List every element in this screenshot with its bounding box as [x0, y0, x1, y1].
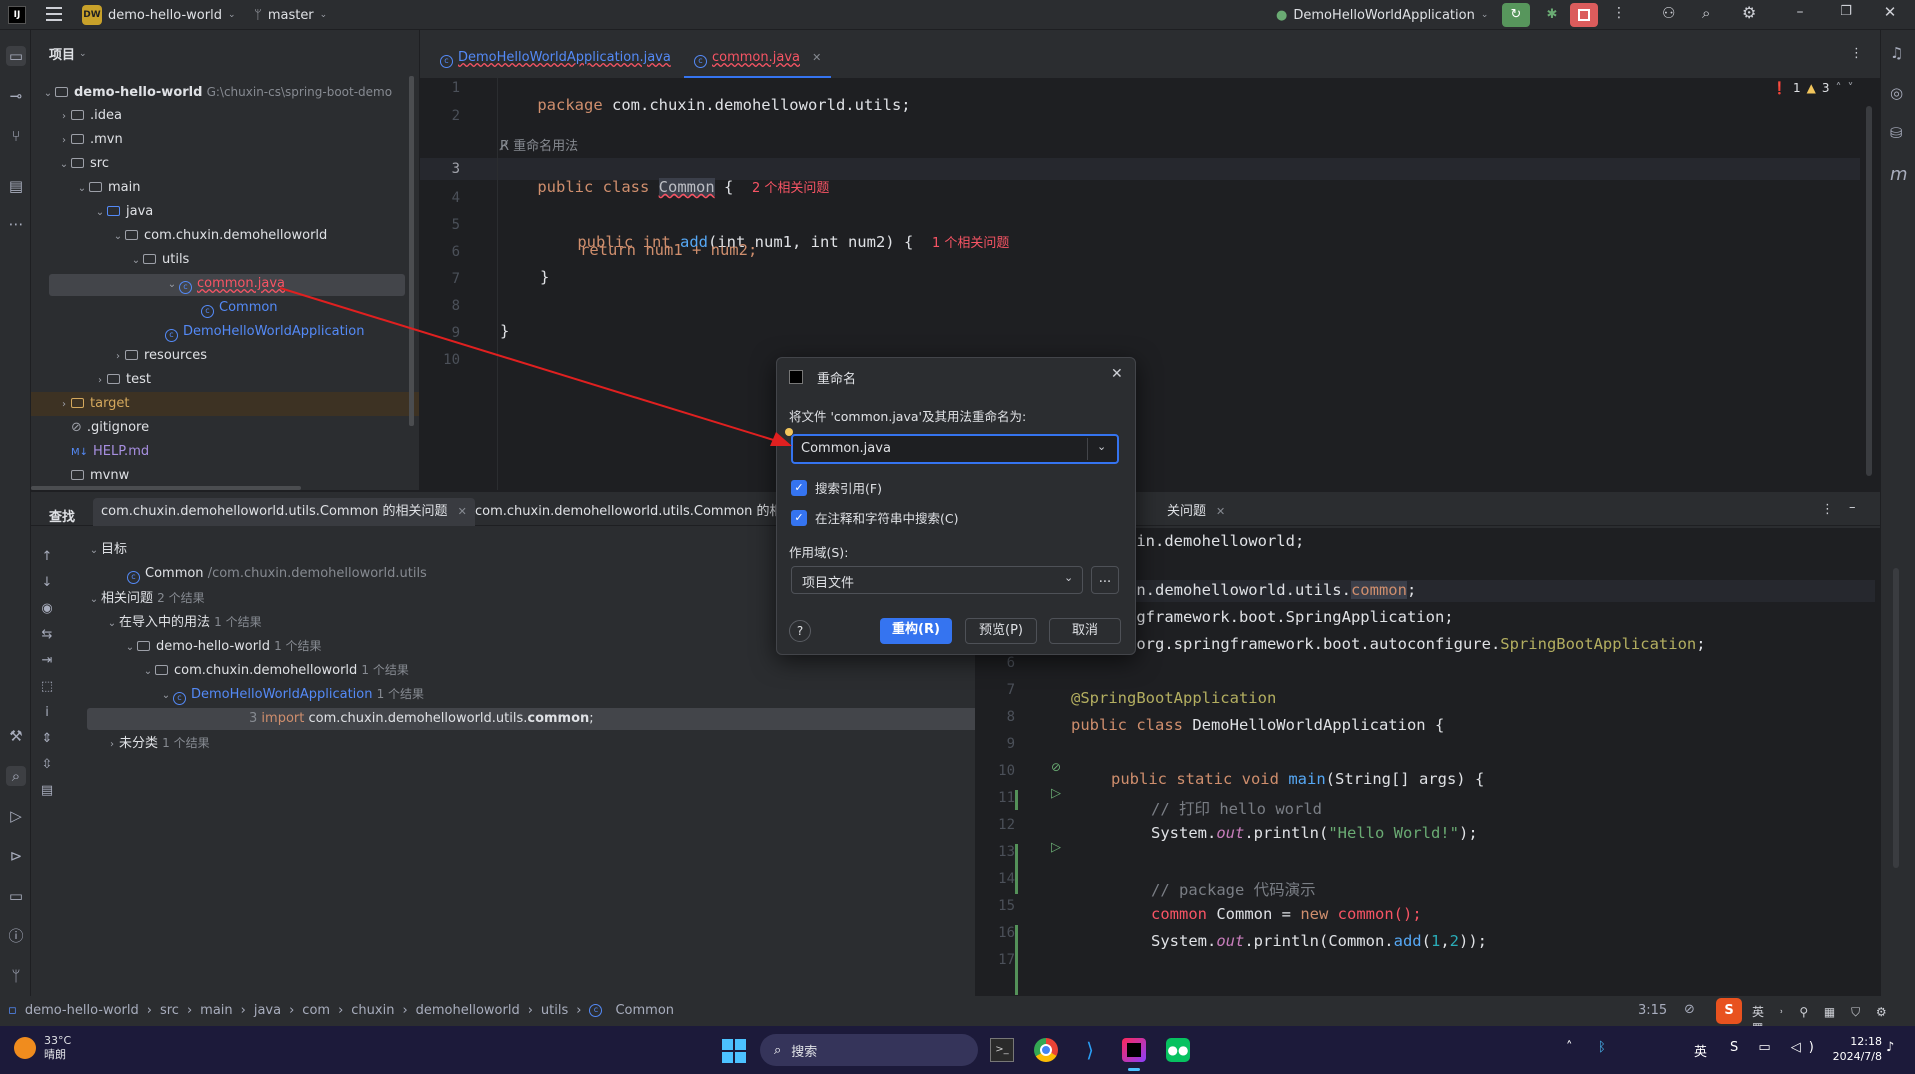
java-class-icon: c: [589, 1004, 603, 1017]
notification-icon[interactable]: ♪: [1886, 1040, 1894, 1055]
breadcrumb-item[interactable]: java: [254, 1003, 281, 1018]
taskbar-search[interactable]: ⌕ 搜索: [760, 1034, 978, 1066]
clock-time: 12:18: [1850, 1035, 1882, 1048]
search-label: 搜索: [791, 1044, 818, 1060]
breadcrumb-separator: ›: [402, 1003, 408, 1018]
breadcrumb-separator: ›: [240, 1003, 246, 1018]
bluetooth-icon[interactable]: ᛒ: [1598, 1040, 1606, 1055]
status-bar: ▫ demo-hello-world › src › main › java › com…: [0, 996, 1915, 1034]
breadcrumb-separator: ›: [289, 1003, 295, 1018]
search-icon: ⌕: [774, 1042, 782, 1058]
clock-date: 2024/7/8: [1832, 1050, 1882, 1063]
weather-text: 晴朗: [44, 1048, 66, 1061]
windows-taskbar: 33°C 晴朗 ⌕ 搜索 >_ ⟩ ●● ˄ ᛒ 英 S ▭ ◁) 12:18 …: [0, 1026, 1915, 1074]
weather-widget[interactable]: 33°C 晴朗: [14, 1034, 71, 1062]
breadcrumb: ▫ demo-hello-world › src › main › java › com…: [8, 1003, 674, 1018]
module-icon: ▫: [8, 1003, 17, 1018]
terminal-app-icon[interactable]: >_: [990, 1038, 1014, 1062]
clock[interactable]: 12:18 2024/7/8: [1822, 1034, 1882, 1064]
chrome-app-icon[interactable]: [1034, 1038, 1058, 1062]
breadcrumb-item[interactable]: src: [160, 1003, 179, 1018]
breadcrumb-item[interactable]: chuxin: [351, 1003, 394, 1018]
wechat-app-icon[interactable]: ●●: [1166, 1038, 1190, 1062]
breadcrumb-item[interactable]: Common: [615, 1003, 674, 1018]
breadcrumb-item[interactable]: com: [302, 1003, 330, 1018]
tray-icons[interactable]: S ▭ ◁): [1730, 1040, 1822, 1055]
caret-position[interactable]: 3:15: [1638, 1003, 1667, 1018]
breadcrumb-item[interactable]: utils: [541, 1003, 568, 1018]
intellij-app-icon[interactable]: [1122, 1038, 1146, 1062]
ime-mode-label[interactable]: 英: [1694, 1041, 1707, 1060]
sun-icon: [14, 1037, 36, 1059]
breadcrumb-item[interactable]: demohelloworld: [416, 1003, 520, 1018]
breadcrumb-separator: ›: [186, 1003, 193, 1018]
readonly-toggle-icon[interactable]: ⊘: [1684, 1002, 1695, 1017]
sogou-ime-icon[interactable]: S: [1716, 998, 1742, 1024]
annotation-arrow: [279, 287, 792, 446]
breadcrumb-separator: ›: [338, 1003, 344, 1018]
breadcrumb-separator: ›: [576, 1003, 582, 1018]
breadcrumb-separator: ›: [527, 1003, 533, 1018]
breadcrumb-separator: ›: [146, 1003, 152, 1018]
temperature: 33°C: [44, 1034, 72, 1047]
tray-chevron-up-icon[interactable]: ˄: [1566, 1040, 1573, 1055]
breadcrumb-item[interactable]: demo-hello-world: [25, 1003, 139, 1018]
vscode-app-icon[interactable]: ⟩: [1078, 1038, 1102, 1062]
breadcrumb-item[interactable]: main: [200, 1003, 232, 1018]
start-button[interactable]: [722, 1039, 746, 1063]
active-app-indicator: [1128, 1068, 1140, 1071]
